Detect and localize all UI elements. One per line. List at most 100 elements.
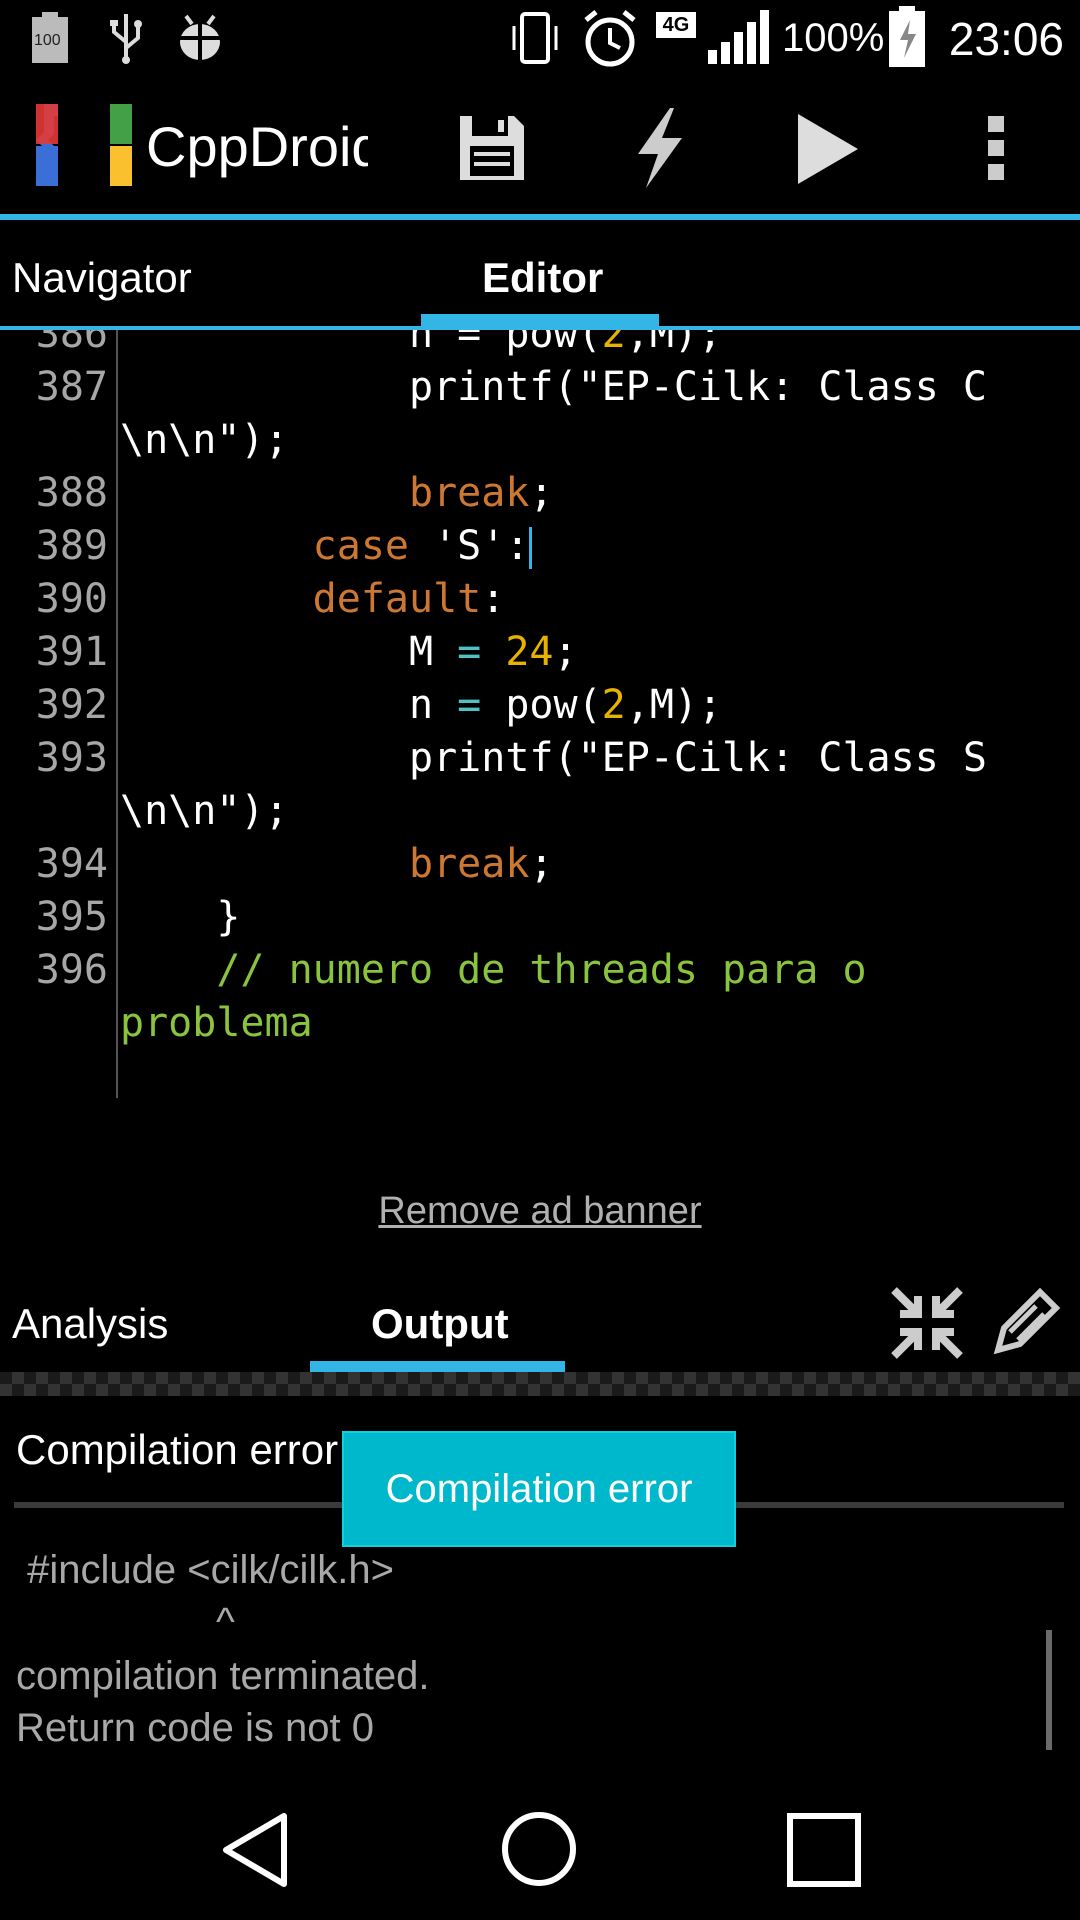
code-token: default: [312, 576, 482, 622]
code-token: =: [457, 629, 482, 675]
code-text: case 'S':: [120, 520, 533, 573]
output-scrollbar[interactable]: [1046, 1630, 1052, 1750]
battery-charging-icon: [889, 6, 925, 67]
lightning-icon[interactable]: [630, 108, 690, 188]
alarm-icon: [584, 10, 636, 67]
line-number: 391: [35, 629, 108, 675]
collapse-icon[interactable]: [890, 1286, 964, 1360]
remove-ad-link[interactable]: Remove ad banner: [378, 1190, 701, 1232]
vibrate-icon: [512, 12, 558, 64]
save-icon[interactable]: [456, 112, 528, 184]
code-token: M: [408, 629, 458, 675]
back-icon[interactable]: [220, 1812, 290, 1888]
overflow-menu-icon[interactable]: [986, 116, 1006, 180]
code-line[interactable]: \n\n");: [0, 414, 1080, 467]
tab-editor[interactable]: Editor: [482, 254, 603, 302]
code-text: n = pow(2,M);: [120, 330, 722, 361]
code-line[interactable]: problema: [0, 997, 1080, 1050]
line-number: 393: [35, 735, 108, 781]
tab-output[interactable]: Output: [371, 1300, 509, 1348]
line-number: 389: [35, 523, 108, 569]
code-token: :: [481, 576, 506, 622]
code-token: break: [408, 841, 530, 887]
code-text: break;: [120, 838, 554, 891]
play-icon[interactable]: [798, 114, 858, 184]
android-debug-icon: [180, 14, 220, 60]
line-number: 392: [35, 682, 108, 728]
code-text: n = pow(2,M);: [120, 679, 722, 732]
code-text: \n\n");: [120, 785, 289, 838]
code-token: \n\n");: [120, 417, 289, 463]
code-token: ;: [553, 629, 578, 675]
bottom-tabs: Analysis Output: [0, 1270, 1080, 1378]
code-line[interactable]: 388 break;: [0, 467, 1080, 520]
edit-pencil-icon[interactable]: [990, 1282, 1066, 1358]
code-token: break: [408, 470, 530, 516]
top-tabs: Navigator Editor: [0, 220, 1080, 331]
line-number: 386: [35, 330, 108, 357]
line-number: 395: [35, 894, 108, 940]
code-line[interactable]: 386 n = pow(2,M);: [0, 330, 1080, 361]
output-line: #include <cilk/cilk.h>: [16, 1548, 394, 1592]
code-text: printf("EP-Cilk: Class C: [120, 361, 987, 414]
code-token: =: [457, 682, 482, 728]
code-token: 2: [601, 682, 626, 728]
line-number: 396: [35, 947, 108, 993]
code-line[interactable]: 390 default:: [0, 573, 1080, 626]
app-logo-icon: [36, 104, 132, 186]
code-token: ,M);: [625, 682, 723, 728]
line-number: 394: [35, 841, 108, 887]
code-token: n = pow(: [408, 330, 602, 357]
code-token: ,M);: [625, 330, 723, 357]
output-line: Return code is not 0: [16, 1706, 374, 1750]
code-line[interactable]: 391 M = 24;: [0, 626, 1080, 679]
tab-analysis[interactable]: Analysis: [12, 1300, 168, 1348]
usb-icon: [110, 14, 142, 64]
code-token: ;: [529, 470, 554, 516]
home-icon[interactable]: [500, 1810, 578, 1888]
code-line[interactable]: 389 case 'S':: [0, 520, 1080, 573]
code-token: printf("EP-Cilk: Class C: [408, 364, 987, 410]
line-number: 387: [35, 364, 108, 410]
code-editor[interactable]: 386 n = pow(2,M); 387 printf("EP-Cilk: Cl…: [0, 330, 1080, 1100]
text-cursor: [529, 527, 533, 569]
code-text: break;: [120, 467, 554, 520]
code-text: printf("EP-Cilk: Class S: [120, 732, 987, 785]
code-token: 'S':: [408, 523, 530, 569]
status-bar: 100 4G 100% 23:06: [0, 0, 1080, 78]
code-text: M = 24;: [120, 626, 578, 679]
battery-percent: 100%: [782, 16, 885, 60]
code-token: \n\n");: [120, 788, 289, 834]
code-text: \n\n");: [120, 414, 289, 467]
battery-100-label: 100: [34, 32, 61, 49]
clock: 23:06: [948, 13, 1064, 65]
code-line[interactable]: 395 }: [0, 891, 1080, 944]
compilation-error-header: Compilation error: [16, 1426, 339, 1473]
code-token: n: [408, 682, 458, 728]
code-token: pow(: [481, 682, 602, 728]
network-type-badge: 4G: [656, 12, 696, 38]
toast-message: Compilation error: [342, 1431, 736, 1547]
line-number: 390: [35, 576, 108, 622]
code-text: // numero de threads para o: [120, 944, 867, 997]
code-line[interactable]: 392 n = pow(2,M);: [0, 679, 1080, 732]
code-line[interactable]: 387 printf("EP-Cilk: Class C: [0, 361, 1080, 414]
code-token: printf("EP-Cilk: Class S: [408, 735, 987, 781]
code-token: }: [216, 894, 241, 940]
tab-navigator[interactable]: Navigator: [12, 254, 192, 302]
output-line: compilation terminated.: [16, 1654, 430, 1698]
app-title: CppDroid: [146, 115, 368, 178]
navigation-bar: [0, 1788, 1080, 1920]
signal-icon: [708, 10, 769, 64]
recents-icon[interactable]: [786, 1812, 862, 1888]
code-line[interactable]: 393 printf("EP-Cilk: Class S: [0, 732, 1080, 785]
code-line[interactable]: 396 // numero de threads para o: [0, 944, 1080, 997]
action-bar: CppDroid: [0, 78, 1080, 220]
code-line[interactable]: 394 break;: [0, 838, 1080, 891]
code-token: problema: [120, 1000, 313, 1046]
code-token: // numero de threads para o: [216, 947, 867, 993]
tab-editor-indicator: [421, 314, 659, 326]
code-token: ;: [529, 841, 554, 887]
panel-resize-handle[interactable]: [0, 1372, 1080, 1396]
code-line[interactable]: \n\n");: [0, 785, 1080, 838]
